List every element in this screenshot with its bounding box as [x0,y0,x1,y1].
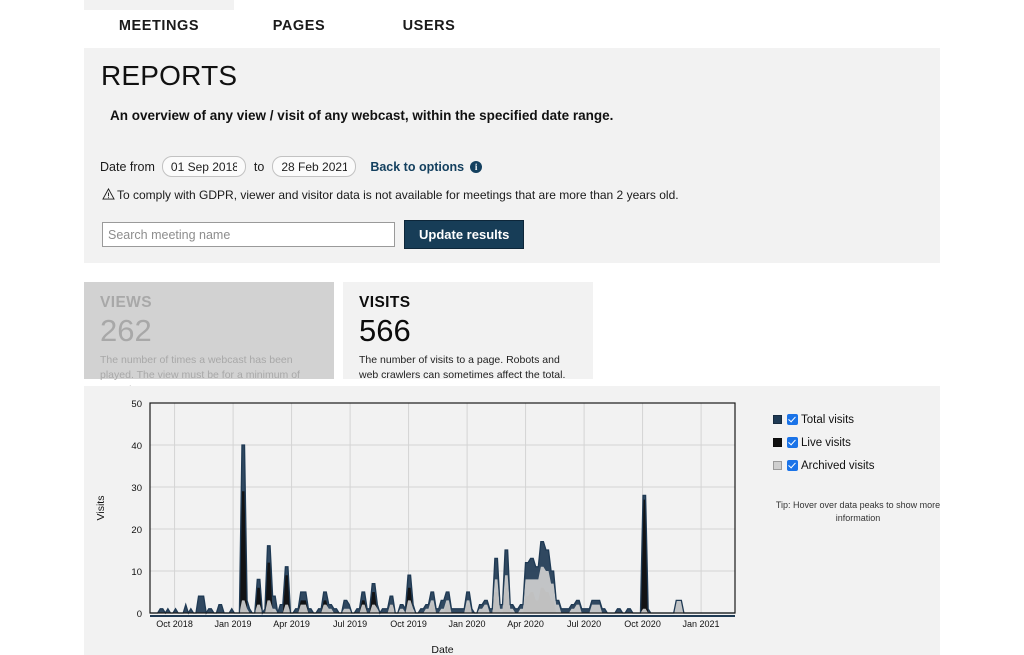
visits-chart[interactable]: 0 10 20 30 40 50 Oct 2018 Jan 2019 Apr 2019 Jul 2… [84,386,784,655]
back-to-options-link[interactable]: Back to options i [370,159,483,174]
svg-text:10: 10 [131,567,142,578]
info-icon[interactable]: i [470,160,483,173]
tab-users[interactable]: USERS [364,10,494,48]
svg-text:50: 50 [131,399,142,410]
svg-text:Jan 2020: Jan 2020 [449,619,486,629]
search-input[interactable] [102,222,395,247]
gdpr-notice-text: To comply with GDPR, viewer and visitor … [117,188,679,202]
chart-tip: Tip: Hover over data peaks to show more … [775,500,941,523]
chart-legend: Total visits Live visits Archived visits… [773,408,940,525]
stat-card-visits: VISITS 566 The number of visits to a pag… [343,282,593,381]
legend-item-live-visits[interactable]: Live visits [773,431,938,454]
svg-text:Apr 2019: Apr 2019 [273,619,310,629]
page-title: REPORTS [101,60,238,91]
update-results-button[interactable]: Update results [404,220,525,249]
visits-card-value: 566 [359,313,411,348]
svg-text:Oct 2019: Oct 2019 [390,619,427,629]
legend-swatch-archived-visits [773,461,782,470]
page-subtitle: An overview of any view / visit of any w… [110,108,614,123]
svg-text:Apr 2020: Apr 2020 [507,619,544,629]
date-from-label: Date from [100,159,155,174]
legend-item-archived-visits[interactable]: Archived visits [773,454,938,477]
legend-label-archived-visits: Archived visits [801,459,875,472]
stat-card-views: VIEWS 262 The number of times a webcast … [84,282,334,396]
svg-text:Visits: Visits [95,496,107,521]
legend-swatch-live-visits [773,438,782,447]
legend-label-live-visits: Live visits [801,436,851,449]
visits-card-description: The number of visits to a page. Robots a… [359,354,566,381]
svg-text:Jul 2020: Jul 2020 [567,619,601,629]
tab-pages[interactable]: PAGES [234,10,364,48]
svg-text:40: 40 [131,441,142,452]
svg-text:Jul 2019: Jul 2019 [333,619,367,629]
legend-swatch-total-visits [773,415,782,424]
svg-text:Jan 2019: Jan 2019 [215,619,252,629]
svg-text:Oct 2018: Oct 2018 [156,619,193,629]
svg-text:20: 20 [131,525,142,536]
views-card-title: VIEWS [100,294,152,311]
legend-checkbox-total-visits[interactable] [787,414,798,425]
date-from-input[interactable] [161,156,246,177]
date-to-input[interactable] [272,156,357,177]
search-row: Update results [102,220,525,249]
gdpr-notice: To comply with GDPR, viewer and visitor … [102,188,679,202]
date-range-row: Date from to Back to options i [100,156,483,177]
svg-text:Date: Date [431,644,453,655]
legend-label-total-visits: Total visits [801,413,855,426]
svg-text:0: 0 [137,609,142,620]
back-to-options-label: Back to options [370,159,465,174]
legend-checkbox-live-visits[interactable] [787,437,798,448]
svg-text:Oct 2020: Oct 2020 [624,619,661,629]
legend-item-total-visits[interactable]: Total visits [773,408,938,431]
svg-text:Jan 2021: Jan 2021 [683,619,720,629]
date-to-label: to [253,159,265,174]
tab-meetings[interactable]: MEETINGS [84,10,234,48]
svg-text:30: 30 [131,483,142,494]
visits-card-title: VISITS [359,294,411,311]
tab-bar: MEETINGS PAGES USERS [84,0,940,48]
legend-checkbox-archived-visits[interactable] [787,460,798,471]
reports-page: MEETINGS PAGES USERS REPORTS An overview… [0,0,1024,655]
warning-triangle-icon [102,188,115,200]
views-card-value: 262 [100,313,152,348]
chart-panel: 0 10 20 30 40 50 Oct 2018 Jan 2019 Apr 2019 Jul 2… [84,386,940,655]
